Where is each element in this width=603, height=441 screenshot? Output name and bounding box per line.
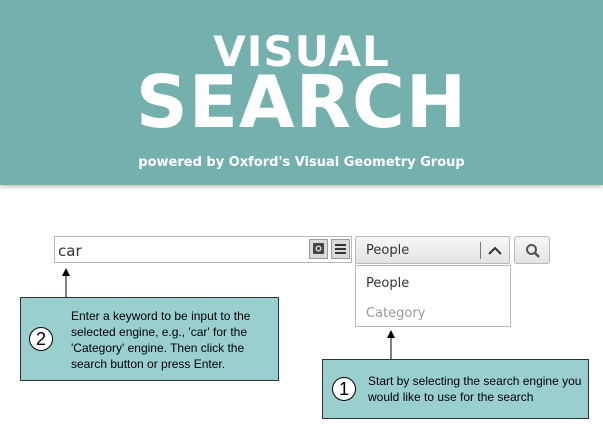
callout-step-1: 1 Start by selecting the search engine y… <box>322 359 589 419</box>
engine-select[interactable]: People <box>355 236 510 264</box>
magnifier-icon <box>526 244 540 258</box>
search-input[interactable]: car <box>54 236 352 263</box>
engine-dropdown-menu: People Category <box>355 265 511 327</box>
powered-by-text: powered by Oxford's Visual Geometry Grou… <box>138 155 465 170</box>
callout-step-2: 2 Enter a keyword to be input to the sel… <box>20 297 279 381</box>
dropdown-option-category[interactable]: Category <box>366 306 425 321</box>
title-search: SEARCH <box>135 60 468 144</box>
dropdown-option-people[interactable]: People <box>366 276 409 291</box>
callout-step-2-text: Enter a keyword to be input to the selec… <box>71 309 251 371</box>
site-header: VISUAL SEARCH powered by Oxford's Visual… <box>0 0 603 185</box>
step-number-1: 1 <box>332 377 356 401</box>
image-search-button[interactable] <box>309 239 328 259</box>
chevron-up-icon[interactable] <box>486 243 504 259</box>
engine-select-value: People <box>366 243 410 258</box>
search-input-value[interactable]: car <box>58 242 82 260</box>
step-number-2: 2 <box>29 327 53 351</box>
callout-step-1-text: Start by selecting the search engine you… <box>368 374 582 404</box>
image-icon <box>313 243 324 254</box>
select-divider <box>480 242 481 259</box>
search-button[interactable] <box>514 236 550 264</box>
list-icon <box>335 244 346 254</box>
list-button[interactable] <box>331 239 350 259</box>
